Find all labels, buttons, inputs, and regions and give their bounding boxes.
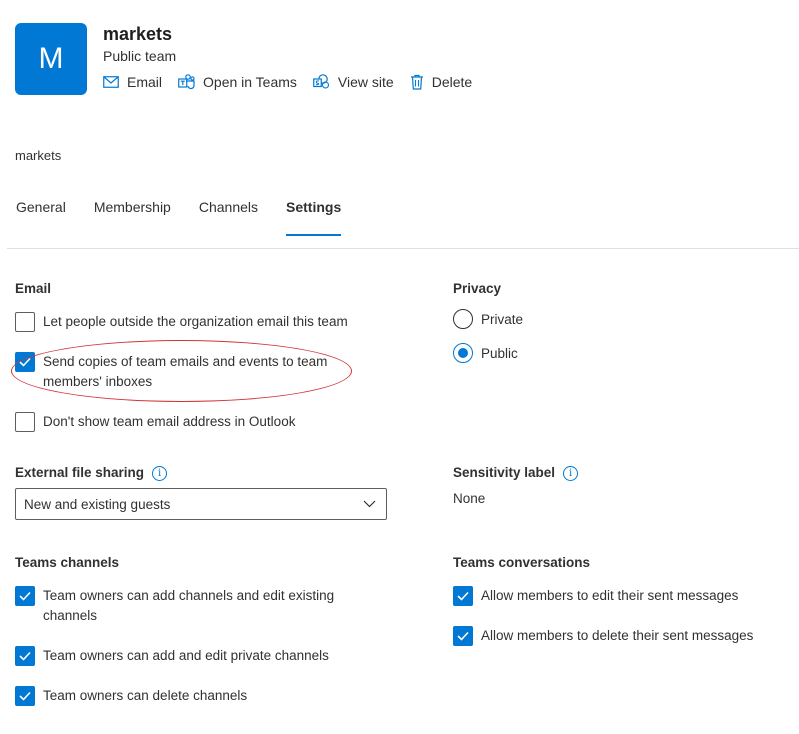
open-in-teams-action[interactable]: Open in Teams	[178, 74, 297, 90]
checkbox[interactable]	[453, 586, 473, 606]
checkbox[interactable]	[15, 586, 35, 606]
email-action[interactable]: Email	[103, 74, 162, 90]
external-sharing-title: External file sharing i	[15, 465, 168, 481]
checkbox[interactable]	[15, 686, 35, 706]
checkbox-label: Don't show team email address in Outlook	[43, 414, 296, 429]
tab-bar: General Membership Channels Settings	[16, 199, 369, 236]
external-sharing-value: New and existing guests	[24, 496, 171, 512]
checkbox[interactable]	[15, 312, 35, 332]
channels-option-add-edit[interactable]: Team owners can add channels and edit ex…	[15, 586, 355, 626]
sharepoint-icon	[313, 74, 329, 89]
sensitivity-label-value: None	[453, 491, 486, 506]
delete-action[interactable]: Delete	[410, 74, 472, 90]
checkbox-label: Let people outside the organization emai…	[43, 314, 348, 329]
teams-channels-title: Teams channels	[15, 555, 120, 570]
tab-settings[interactable]: Settings	[286, 199, 342, 236]
radio-label: Public	[481, 345, 518, 361]
email-option-send-copies[interactable]: Send copies of team emails and events to…	[15, 352, 345, 392]
checkmark-icon	[19, 691, 31, 701]
chevron-down-icon	[363, 500, 376, 508]
conversations-option-delete[interactable]: Allow members to delete their sent messa…	[453, 626, 753, 646]
email-option-outside[interactable]: Let people outside the organization emai…	[15, 312, 348, 332]
checkmark-icon	[19, 591, 31, 601]
checkbox-label: Allow members to delete their sent messa…	[481, 628, 754, 643]
tab-membership[interactable]: Membership	[94, 199, 171, 226]
tab-general[interactable]: General	[16, 199, 66, 226]
checkmark-icon	[19, 651, 31, 661]
breadcrumb: markets	[15, 148, 62, 163]
channels-option-private[interactable]: Team owners can add and edit private cha…	[15, 646, 329, 666]
mail-icon	[103, 76, 119, 88]
email-section-title: Email	[15, 281, 52, 296]
privacy-option-private[interactable]: Private	[453, 309, 523, 329]
conversations-option-edit[interactable]: Allow members to edit their sent message…	[453, 586, 738, 606]
sensitivity-label-title: Sensitivity label i	[453, 465, 579, 481]
checkbox-label: Team owners can add channels and edit ex…	[43, 588, 335, 623]
radio-button[interactable]	[453, 343, 473, 363]
teams-conversations-title: Teams conversations	[453, 555, 591, 570]
open-in-teams-label: Open in Teams	[203, 74, 297, 90]
radio-label: Private	[481, 311, 524, 327]
checkmark-icon	[457, 631, 469, 641]
radio-button[interactable]	[453, 309, 473, 329]
checkbox-label: Allow members to edit their sent message…	[481, 588, 739, 603]
delete-action-label: Delete	[431, 74, 473, 90]
sensitivity-label-title-text: Sensitivity label	[453, 465, 556, 480]
checkmark-icon	[19, 357, 31, 367]
email-option-hide-address[interactable]: Don't show team email address in Outlook	[15, 412, 295, 432]
checkbox[interactable]	[15, 646, 35, 666]
checkbox[interactable]	[15, 412, 35, 432]
info-icon[interactable]: i	[563, 465, 579, 481]
view-site-label: View site	[337, 74, 394, 90]
privacy-option-public[interactable]: Public	[453, 343, 518, 363]
team-type: Public team	[103, 48, 177, 64]
privacy-section-title: Privacy	[453, 281, 502, 296]
info-icon[interactable]: i	[152, 465, 168, 481]
teams-icon	[178, 74, 195, 90]
team-name: markets	[103, 24, 173, 44]
tab-channels[interactable]: Channels	[199, 199, 258, 226]
tab-divider	[7, 248, 799, 249]
checkbox-label: Team owners can delete channels	[43, 688, 248, 703]
channels-option-delete[interactable]: Team owners can delete channels	[15, 686, 247, 706]
view-site-action[interactable]: View site	[313, 74, 394, 90]
email-action-label: Email	[127, 74, 163, 90]
checkbox-label: Send copies of team emails and events to…	[43, 354, 328, 389]
checkbox[interactable]	[453, 626, 473, 646]
checkbox-label: Team owners can add and edit private cha…	[43, 648, 329, 663]
checkmark-icon	[457, 591, 469, 601]
external-sharing-title-text: External file sharing	[15, 465, 145, 480]
header-actions: Email Open in Teams View site Delete	[103, 74, 488, 90]
team-avatar: M	[15, 23, 87, 95]
checkbox[interactable]	[15, 352, 35, 372]
external-sharing-dropdown[interactable]: New and existing guests	[15, 488, 387, 520]
trash-icon	[410, 74, 423, 90]
